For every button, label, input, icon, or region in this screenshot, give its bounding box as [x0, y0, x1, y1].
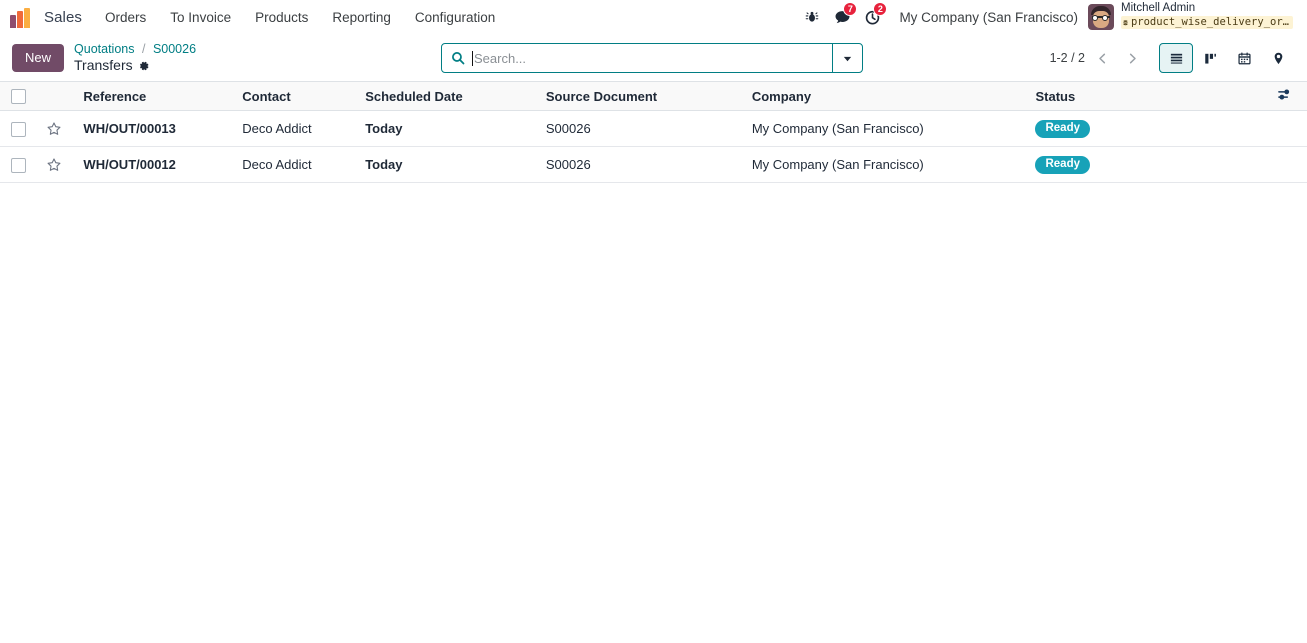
view-button-kanban[interactable]: [1193, 43, 1227, 73]
cell-contact[interactable]: Deco Addict: [234, 110, 358, 147]
database-badge: product_wise_delivery_or…: [1121, 15, 1293, 30]
row-checkbox[interactable]: [11, 157, 26, 173]
cell-company[interactable]: My Company (San Francisco): [743, 110, 1028, 147]
bug-icon[interactable]: [797, 2, 827, 32]
map-pin-view-icon: [1274, 52, 1282, 64]
favorite-star-icon[interactable]: [46, 121, 62, 137]
table-row[interactable]: WH/OUT/00013 Deco Addict Today S00026 My…: [0, 110, 1307, 147]
cell-status[interactable]: Ready: [1027, 146, 1270, 183]
status-badge: Ready: [1035, 119, 1091, 139]
search-input[interactable]: [474, 44, 832, 72]
pager: 1-2 / 2: [1048, 44, 1147, 72]
view-button-map[interactable]: [1261, 43, 1295, 73]
column-header-reference[interactable]: Reference: [71, 81, 235, 111]
gear-icon[interactable]: [138, 60, 150, 72]
chat-bubble-icon[interactable]: 7: [827, 2, 858, 32]
user-info: Mitchell Admin product_wise_delivery_or…: [1121, 2, 1293, 32]
breadcrumb-separator: /: [141, 41, 146, 56]
cell-reference[interactable]: WH/OUT/00013: [71, 110, 235, 147]
menu-item-to-invoice[interactable]: To Invoice: [158, 0, 243, 35]
cell-status[interactable]: Ready: [1027, 110, 1270, 147]
cell-source-document[interactable]: S00026: [537, 110, 744, 147]
search-box[interactable]: [441, 43, 863, 73]
search-dropdown-toggle[interactable]: [832, 44, 862, 72]
table-body: WH/OUT/00013 Deco Addict Today S00026 My…: [0, 110, 1307, 183]
cell-contact[interactable]: Deco Addict: [234, 146, 358, 183]
odoo-bars-logo[interactable]: [10, 6, 34, 28]
row-checkbox[interactable]: [11, 121, 26, 137]
column-header-source-document[interactable]: Source Document: [537, 81, 744, 111]
list-view-icon: [1170, 53, 1182, 64]
transfers-table: Reference Contact Scheduled Date Source …: [0, 81, 1307, 183]
logo-bar-2: [17, 11, 23, 28]
favorite-star-icon[interactable]: [46, 157, 62, 173]
control-panel-right: 1-2 / 2: [1048, 43, 1295, 73]
row-select-cell: [0, 146, 38, 183]
breadcrumb-item-quotations[interactable]: Quotations: [74, 42, 134, 56]
menu-item-reporting[interactable]: Reporting: [320, 0, 403, 35]
cell-company[interactable]: My Company (San Francisco): [743, 146, 1028, 183]
row-select-cell: [0, 110, 38, 147]
cell-row-actions: [1269, 146, 1307, 183]
select-all-checkbox[interactable]: [11, 89, 26, 105]
sliders-icon[interactable]: [1277, 87, 1292, 102]
table-row[interactable]: WH/OUT/00012 Deco Addict Today S00026 My…: [0, 146, 1307, 183]
menu-item-configuration[interactable]: Configuration: [403, 0, 507, 35]
column-header-status[interactable]: Status: [1027, 81, 1270, 111]
star-column-header: [37, 81, 72, 111]
database-icon: [1123, 19, 1128, 25]
user-name: Mitchell Admin: [1121, 2, 1196, 15]
logo-bar-1: [10, 15, 16, 28]
pager-previous-button[interactable]: [1087, 44, 1117, 72]
menu-item-orders[interactable]: Orders: [93, 0, 158, 35]
avatar: [1088, 3, 1114, 30]
cell-source-document[interactable]: S00026: [537, 146, 744, 183]
page-title-label: Transfers: [74, 57, 133, 74]
view-button-list[interactable]: [1159, 43, 1193, 73]
breadcrumb-item-s00026[interactable]: S00026: [153, 42, 196, 56]
table-header: Reference Contact Scheduled Date Source …: [0, 81, 1307, 111]
kanban-view-icon: [1204, 53, 1216, 64]
text-cursor: [472, 50, 473, 66]
cell-scheduled-date[interactable]: Today: [357, 110, 538, 147]
pager-range[interactable]: 1-2 / 2: [1048, 49, 1087, 67]
page-title: Transfers: [74, 57, 196, 74]
optional-columns-cell: [1269, 81, 1307, 111]
cell-row-actions: [1269, 110, 1307, 147]
cell-scheduled-date[interactable]: Today: [357, 146, 538, 183]
breadcrumb: Quotations / S00026 Transfers: [74, 42, 196, 74]
view-switcher: [1159, 43, 1295, 73]
new-button[interactable]: New: [12, 43, 65, 73]
search-icon: [442, 51, 472, 65]
calendar-view-icon: [1237, 51, 1251, 64]
column-header-company[interactable]: Company: [743, 81, 1028, 111]
activities-count-badge: 2: [873, 2, 888, 16]
list-view: Reference Contact Scheduled Date Source …: [0, 81, 1307, 183]
top-navbar: Sales Orders To Invoice Products Reporti…: [0, 0, 1307, 35]
breadcrumb-path: Quotations / S00026: [74, 42, 196, 57]
row-star-cell: [37, 110, 72, 147]
company-switcher[interactable]: My Company (San Francisco): [887, 10, 1088, 25]
search-area: [441, 43, 863, 73]
logo-bar-3: [24, 8, 30, 28]
column-header-scheduled-date[interactable]: Scheduled Date: [357, 81, 538, 111]
app-name-sales[interactable]: Sales: [44, 9, 93, 26]
view-button-calendar[interactable]: [1227, 43, 1261, 73]
table-header-row: Reference Contact Scheduled Date Source …: [0, 81, 1307, 111]
database-name: product_wise_delivery_or…: [1130, 15, 1289, 28]
user-menu[interactable]: Mitchell Admin product_wise_delivery_or…: [1088, 2, 1297, 32]
cell-reference[interactable]: WH/OUT/00012: [71, 146, 235, 183]
control-panel: New Quotations / S00026 Transfers Search…: [0, 35, 1307, 81]
select-all-cell: [0, 81, 38, 111]
clock-icon[interactable]: 2: [857, 2, 888, 32]
row-star-cell: [37, 146, 72, 183]
column-header-contact[interactable]: Contact: [234, 81, 358, 111]
status-badge: Ready: [1035, 155, 1091, 175]
menu-item-products[interactable]: Products: [243, 0, 320, 35]
pager-next-button[interactable]: [1117, 44, 1147, 72]
messages-count-badge: 7: [843, 2, 858, 16]
systray: 7 2 My Company (San Francisco) Mitchell …: [797, 2, 1299, 32]
